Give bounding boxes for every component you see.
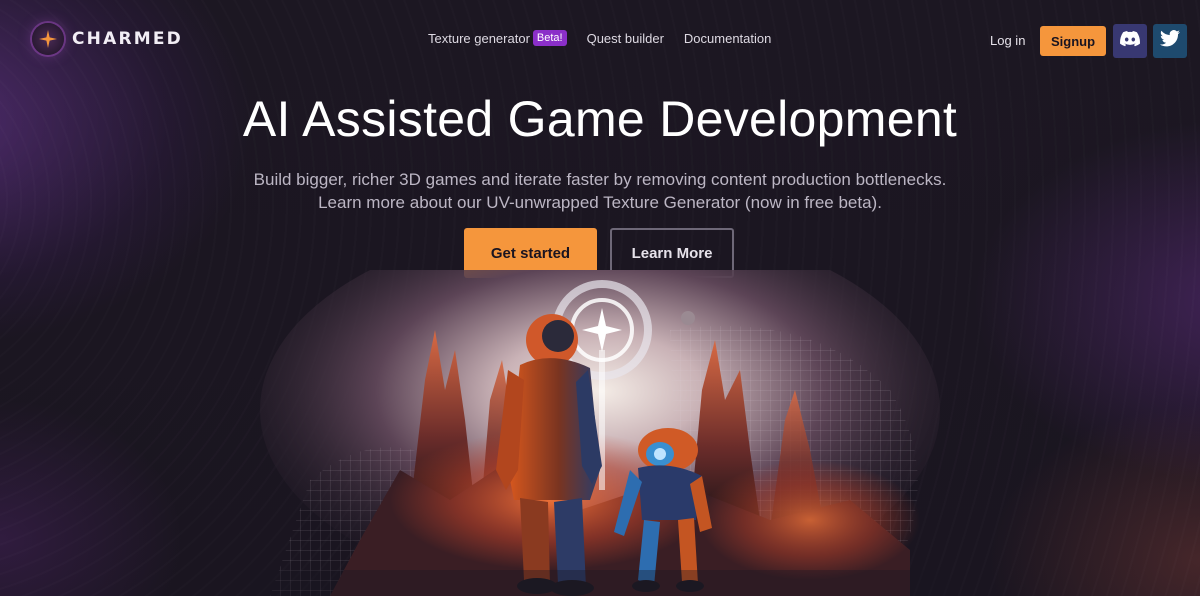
twitter-icon — [1160, 30, 1180, 52]
beta-badge: Beta! — [532, 30, 567, 46]
hero-subtitle-line: Learn more about our UV-unwrapped Textur… — [318, 193, 882, 212]
hero-subtitle: Build bigger, richer 3D games and iterat… — [0, 168, 1200, 214]
nav-link-documentation[interactable]: Documentation — [684, 31, 771, 46]
hero-subtitle-line: Build bigger, richer 3D games and iterat… — [253, 170, 947, 189]
signup-button[interactable]: Signup — [1040, 26, 1106, 56]
brand-logo[interactable]: CHARMED — [32, 20, 183, 58]
nav-link-label: Documentation — [683, 30, 772, 46]
nav-links: Texture generator Beta! Quest builder Do… — [428, 30, 791, 46]
brand-name: CHARMED — [72, 29, 183, 49]
nav-link-label: Quest builder — [586, 30, 664, 46]
login-link[interactable]: Log in — [990, 33, 1025, 48]
top-navigation: CHARMED Texture generator Beta! Quest bu… — [0, 0, 1200, 80]
discord-button[interactable] — [1113, 24, 1147, 58]
nav-link-texture-generator[interactable]: Texture generator Beta! — [428, 30, 567, 46]
nav-link-label: Texture generator — [428, 30, 530, 46]
hero-title: AI Assisted Game Development — [242, 91, 958, 147]
nav-link-quest-builder[interactable]: Quest builder — [587, 31, 664, 46]
twitter-button[interactable] — [1153, 24, 1187, 58]
hero-illustration — [250, 220, 950, 596]
discord-icon — [1120, 30, 1140, 52]
four-point-star-icon — [32, 23, 64, 55]
